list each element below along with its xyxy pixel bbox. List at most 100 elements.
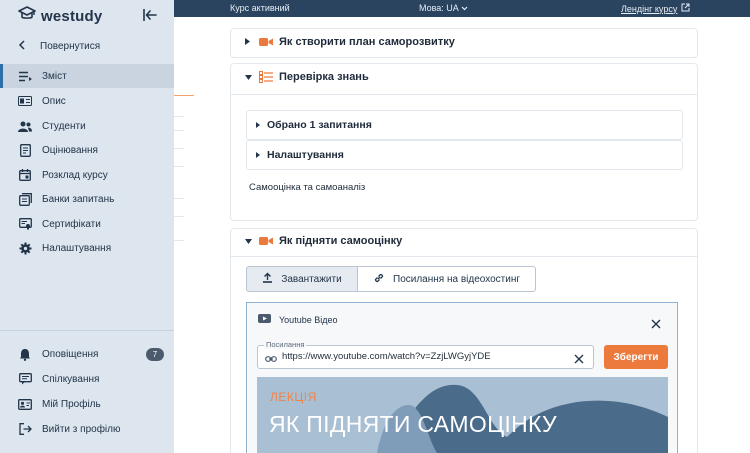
video-url-label: Посилання [264,340,307,349]
lesson-header-quiz[interactable]: Перевірка знань [245,71,369,83]
sidebar: westudy Повернутися Зміст Опис Студенти … [0,0,174,453]
back-link[interactable]: Повернутися [18,38,100,54]
tab-video-hosting-link[interactable]: Посилання на відеохостинг [358,266,536,292]
caret-down-icon [245,235,252,247]
external-link-icon [681,3,690,14]
question-bank-icon [18,192,32,206]
list-icon [18,69,32,83]
caret-right-icon [256,149,260,161]
sidebar-divider [0,330,174,331]
quiz-settings-row[interactable]: Налаштування [246,140,683,170]
brand-name: westudy [41,7,103,25]
notification-count-badge: 7 [146,348,164,361]
clipboard-icon [18,143,32,157]
outline-line [174,130,184,131]
sidebar-item-label: Спілкування [42,373,100,385]
chevron-down-icon [461,3,468,13]
clear-input-icon[interactable] [574,351,584,369]
thumbnail-label: ЛЕКЦІЯ [270,390,317,404]
sidebar-item-label: Студенти [42,120,86,132]
sidebar-item-grading[interactable]: Оцінювання [0,138,174,162]
sidebar-item-label: Сертифікати [42,218,101,230]
certificate-icon [18,217,32,231]
id-card-icon [18,94,32,108]
caret-right-icon [245,36,251,48]
close-icon[interactable] [650,317,662,329]
tab-upload-label: Завантажити [281,273,342,285]
bell-icon [18,347,32,361]
video-icon [259,235,273,247]
chat-icon [18,372,32,386]
youtube-panel-header: Youtube Відео [258,314,337,325]
youtube-panel-title: Youtube Відео [279,314,338,325]
outline-accent-line [174,95,194,96]
quiz-settings-label: Налаштування [267,149,344,161]
lesson-header-plan[interactable]: Як створити план саморозвитку [245,36,455,48]
youtube-icon [258,314,279,325]
sidebar-item-label: Розклад курсу [42,169,108,181]
sidebar-item-label: Опис [42,95,66,107]
sidebar-item-question-banks[interactable]: Банки запитань [0,187,174,211]
sidebar-item-label: Налаштування [42,242,112,254]
sidebar-item-label: Оцінювання [42,144,98,156]
language-label: Мова: UA [419,3,459,13]
tab-link-label: Посилання на відеохостинг [393,273,520,285]
calendar-icon [18,168,32,182]
landing-link[interactable]: Лендінг курсу [621,3,690,14]
lesson-title: Як створити план саморозвитку [279,36,455,48]
caret-down-icon [245,71,252,83]
brand-logo[interactable]: westudy [18,5,103,27]
logout-icon [18,422,32,436]
back-label: Повернутися [40,40,101,52]
lesson-title: Перевірка знань [279,71,369,83]
video-url-value: https://www.youtube.com/watch?v=ZzjLWGyj… [282,351,491,362]
selected-questions-label: Обрано 1 запитання [267,119,372,131]
quiz-description: Самооцінка та самоаналіз [249,182,366,193]
link-icon [373,272,393,287]
sidebar-item-students[interactable]: Студенти [0,114,174,138]
sidebar-item-logout[interactable]: Вийти з профілю [0,417,174,441]
checklist-icon [259,71,273,83]
outline-line [174,198,184,199]
outline-line [174,166,184,167]
save-button[interactable]: Зберегти [604,345,668,369]
graduation-cap-icon [18,5,36,27]
caret-right-icon [256,119,260,131]
sidebar-item-messages[interactable]: Спілкування [0,367,174,391]
thumbnail-title: ЯК ПІДНЯТИ САМОЦІНКУ [269,411,557,437]
outline-line [174,216,184,217]
course-status: Курс активний [230,3,290,13]
sidebar-item-label: Вийти з профілю [42,423,121,435]
selected-questions-row[interactable]: Обрано 1 запитання [246,110,683,140]
profile-icon [18,397,32,411]
sidebar-item-label: Банки запитань [42,193,115,205]
upload-icon [262,272,281,286]
sidebar-item-settings[interactable]: Налаштування [0,236,174,260]
gear-icon [18,241,32,255]
video-icon [259,36,273,48]
outline-line [174,240,184,241]
users-icon [18,119,32,133]
lesson-title: Як підняти самооцінку [279,235,403,247]
sidebar-item-schedule[interactable]: Розклад курсу [0,163,174,187]
sidebar-item-description[interactable]: Опис [0,89,174,113]
tab-upload[interactable]: Завантажити [246,266,358,292]
chevron-left-icon [18,39,28,53]
sidebar-item-certificates[interactable]: Сертифікати [0,212,174,236]
sidebar-item-content[interactable]: Зміст [0,64,174,88]
link-icon [265,351,277,369]
course-topbar: Курс активний Мова: UA Лендінг курсу [174,0,750,17]
collapse-sidebar-icon[interactable] [142,7,158,23]
sidebar-item-label: Зміст [42,70,67,82]
outline-line [174,148,184,149]
language-selector[interactable]: Мова: UA [419,3,468,13]
card-divider [230,94,698,95]
sidebar-item-label: Мій Профіль [42,398,101,410]
outline-line [174,116,184,117]
landing-link-label: Лендінг курсу [621,3,678,14]
video-source-tabs: Завантажити Посилання на відеохостинг [246,266,536,292]
sidebar-item-profile[interactable]: Мій Профіль [0,392,174,416]
sidebar-item-label: Оповіщення [42,348,99,360]
card-divider [230,256,698,257]
lesson-header-selfesteem[interactable]: Як підняти самооцінку [245,235,402,247]
